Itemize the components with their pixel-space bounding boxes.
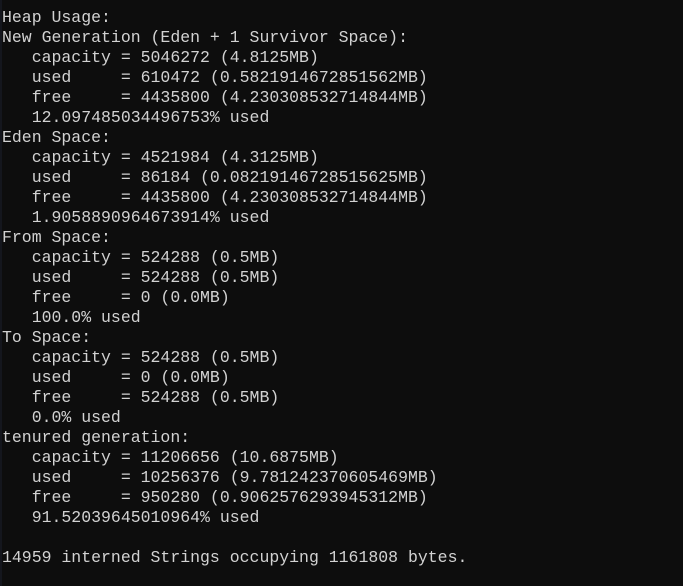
- terminal-line: To Space:: [2, 328, 92, 347]
- terminal-line: 12.097485034496753% used: [2, 108, 270, 127]
- terminal-line: capacity = 524288 (0.5MB): [2, 348, 280, 367]
- terminal-line: free = 524288 (0.5MB): [2, 388, 280, 407]
- terminal-line: tenured generation:: [2, 428, 191, 447]
- terminal-line: capacity = 4521984 (4.3125MB): [2, 148, 319, 167]
- terminal-line: free = 950280 (0.9062576293945312MB): [2, 488, 428, 507]
- terminal-line: used = 524288 (0.5MB): [2, 268, 280, 287]
- terminal-line: New Generation (Eden + 1 Survivor Space)…: [2, 28, 408, 47]
- terminal-line: capacity = 524288 (0.5MB): [2, 248, 280, 267]
- terminal-line: capacity = 5046272 (4.8125MB): [2, 48, 319, 67]
- terminal-line: 14959 interned Strings occupying 1161808…: [2, 548, 468, 567]
- terminal-line: Eden Space:: [2, 128, 111, 147]
- terminal-line: 91.52039645010964% used: [2, 508, 260, 527]
- terminal-line: 100.0% used: [2, 308, 141, 327]
- terminal-line: used = 610472 (0.5821914672851562MB): [2, 68, 428, 87]
- terminal-line: capacity = 11206656 (10.6875MB): [2, 448, 339, 467]
- terminal-line: used = 0 (0.0MB): [2, 368, 230, 387]
- terminal-line: used = 10256376 (9.781242370605469MB): [2, 468, 438, 487]
- terminal-line: used = 86184 (0.08219146728515625MB): [2, 168, 428, 187]
- terminal-line: free = 4435800 (4.230308532714844MB): [2, 188, 428, 207]
- terminal-line: 0.0% used: [2, 408, 121, 427]
- terminal-line: free = 0 (0.0MB): [2, 288, 230, 307]
- terminal-line: Heap Usage:: [2, 8, 111, 27]
- terminal-line: free = 4435800 (4.230308532714844MB): [2, 88, 428, 107]
- terminal-window: Heap Usage: New Generation (Eden + 1 Surv…: [0, 0, 683, 586]
- terminal-line: 1.9058890964673914% used: [2, 208, 270, 227]
- terminal-line: From Space:: [2, 228, 111, 247]
- terminal-output-text: Heap Usage: New Generation (Eden + 1 Surv…: [2, 8, 683, 568]
